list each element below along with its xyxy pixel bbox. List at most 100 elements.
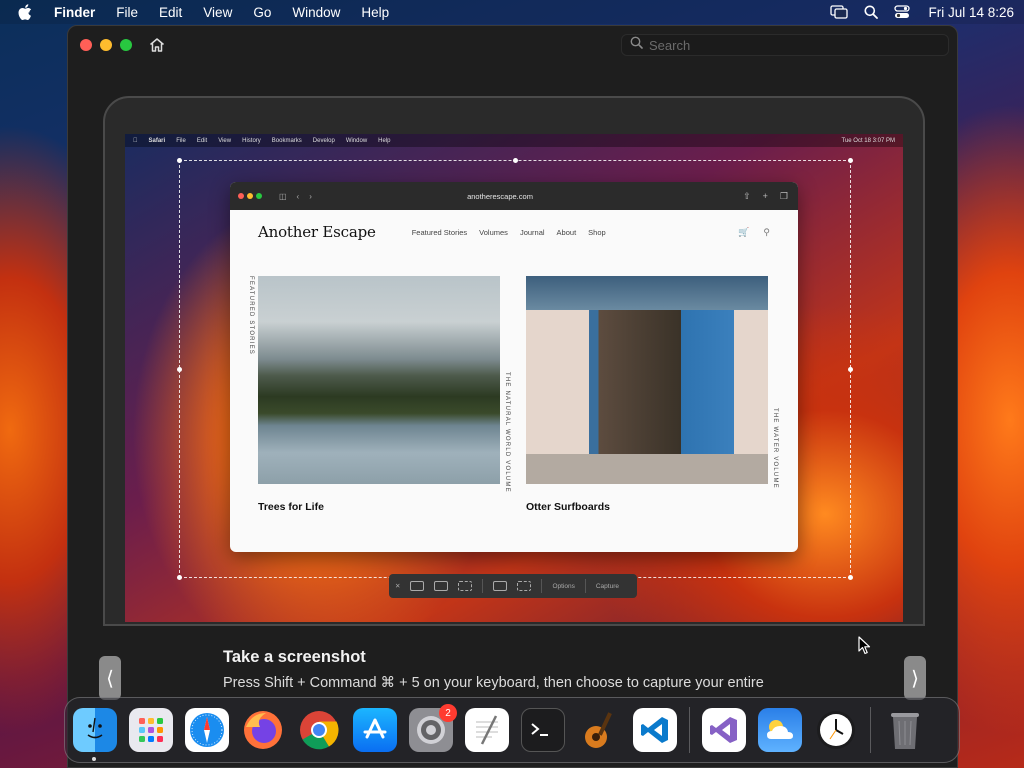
menu-view[interactable]: View [203,5,232,20]
chrome-icon[interactable] [297,708,341,752]
zoom-button[interactable] [120,39,132,51]
selection-handle [177,367,182,372]
safari-action-icons: ⇧ + ❐ [743,191,788,202]
site-nav: Featured Stories Volumes Journal About S… [412,228,606,237]
selection-handle [848,158,853,163]
story-photo-lake [258,276,500,484]
screen-mirroring-icon[interactable] [830,5,849,19]
apple-menu-icon[interactable] [18,4,34,20]
site-tools: 🛒 ⚲ [738,227,770,238]
selection-handle [513,158,518,163]
menu-bar: Finder File Edit View Go Window Help Fri… [0,0,1024,24]
tabs-overview-icon: ❐ [779,190,788,201]
site-nav-item: Shop [588,227,606,237]
launchpad-icon[interactable] [129,708,173,752]
site-nav-item: Featured Stories [411,227,468,237]
mini-menu-item: File [171,137,186,144]
vscode-icon[interactable] [633,708,677,752]
mini-menu-item: Window [341,137,367,144]
system-settings-icon[interactable]: 2 [409,704,457,752]
control-center-icon[interactable] [894,5,911,19]
screenshot-toolbar: ✕ Options Capture [389,574,637,598]
card-caption: Trees for Life [258,501,324,513]
trash-icon[interactable] [883,708,927,752]
toolbar-separator [482,579,484,593]
capture-window-icon [434,581,449,591]
safari-minimize-dot [247,193,253,199]
safari-icon[interactable] [185,708,229,752]
terminal-icon[interactable] [521,708,565,752]
site-search-icon: ⚲ [763,226,770,237]
capture-label: Capture [595,582,619,590]
search-input[interactable] [649,37,929,53]
toolbar-separator [584,579,586,593]
finder-icon[interactable] [73,708,117,752]
illustration-menu-bar:  Safari File Edit View History Bookmark… [125,134,903,147]
record-screen-icon [493,581,508,591]
menu-help[interactable]: Help [361,5,389,20]
site-header: Another Escape Featured Stories Volumes … [230,210,798,254]
close-capture-icon: ✕ [395,583,401,590]
safari-toolbar: ◫‹› anotherescape.com ⇧ + ❐ [230,182,798,210]
search-field[interactable] [621,34,949,56]
capture-entire-screen-icon [410,581,425,591]
section-vertical-label: FEATURED STORIES [248,276,254,355]
home-icon[interactable] [148,36,166,54]
finder-running-indicator [92,757,96,761]
search-icon [630,36,643,54]
app-window:  Safari File Edit View History Bookmark… [67,25,958,768]
dock-separator [870,707,871,753]
menu-file[interactable]: File [116,5,138,20]
tip-body: Press Shift + Command ⌘ + 5 on your keyb… [223,675,764,691]
capture-selection-icon [458,581,473,591]
menu-go[interactable]: Go [253,5,271,20]
spotlight-icon[interactable] [864,5,879,19]
app-store-icon[interactable] [353,708,397,752]
menu-edit[interactable]: Edit [159,5,182,20]
selection-handle [177,575,182,580]
mouse-pointer-icon [858,636,872,661]
textedit-icon[interactable] [465,708,509,752]
selection-handle [848,367,853,372]
minimize-button[interactable] [100,39,112,51]
laptop-illustration:  Safari File Edit View History Bookmark… [103,96,925,626]
safari-zoom-dot [256,193,262,199]
story-photo-workshop [526,276,768,484]
next-tip-button[interactable]: ⟩ [904,656,926,700]
record-selection-icon [517,581,532,591]
garageband-icon[interactable] [577,708,621,752]
mini-apple-icon:  [133,138,138,144]
illustration-safari-window: ◫‹› anotherescape.com ⇧ + ❐ Another Esca… [230,182,798,552]
close-button[interactable] [80,39,92,51]
site-nav-item: Journal [519,227,545,237]
site-nav-item: Volumes [479,227,508,237]
menu-app-name[interactable]: Finder [54,5,95,20]
previous-tip-button[interactable]: ⟨ [99,656,121,700]
visual-studio-icon[interactable] [702,708,746,752]
selection-handle [177,158,182,163]
safari-close-dot [238,193,244,199]
mini-menu-item: Bookmarks [267,137,302,144]
menu-clock[interactable]: Fri Jul 14 8:26 [928,5,1014,20]
card-caption: Otter Surfboards [526,501,611,513]
options-label: Options [552,582,575,590]
mini-menu-item: View [213,137,231,144]
site-nav-item: About [556,227,577,237]
safari-url: anotherescape.com [467,191,533,201]
new-tab-icon: + [762,190,768,201]
cart-icon: 🛒 [738,226,750,237]
story-card: THE WATER VOLUME Otter Surfboards [526,276,778,513]
dock-separator [689,707,690,753]
dock: 2 [64,697,960,763]
mini-menu-item: Safari [144,137,166,144]
mini-menu-item: Develop [308,137,335,144]
firefox-icon[interactable] [241,708,285,752]
mini-clock: Tue Oct 18 3:07 PM [841,137,895,144]
weather-icon[interactable] [758,708,802,752]
mini-menu-item: History [237,137,261,144]
menu-window[interactable]: Window [292,5,340,20]
mini-menu-item: Edit [192,137,207,144]
tip-title: Take a screenshot [223,648,366,666]
clock-icon[interactable] [814,708,858,752]
site-logo: Another Escape [258,223,376,241]
